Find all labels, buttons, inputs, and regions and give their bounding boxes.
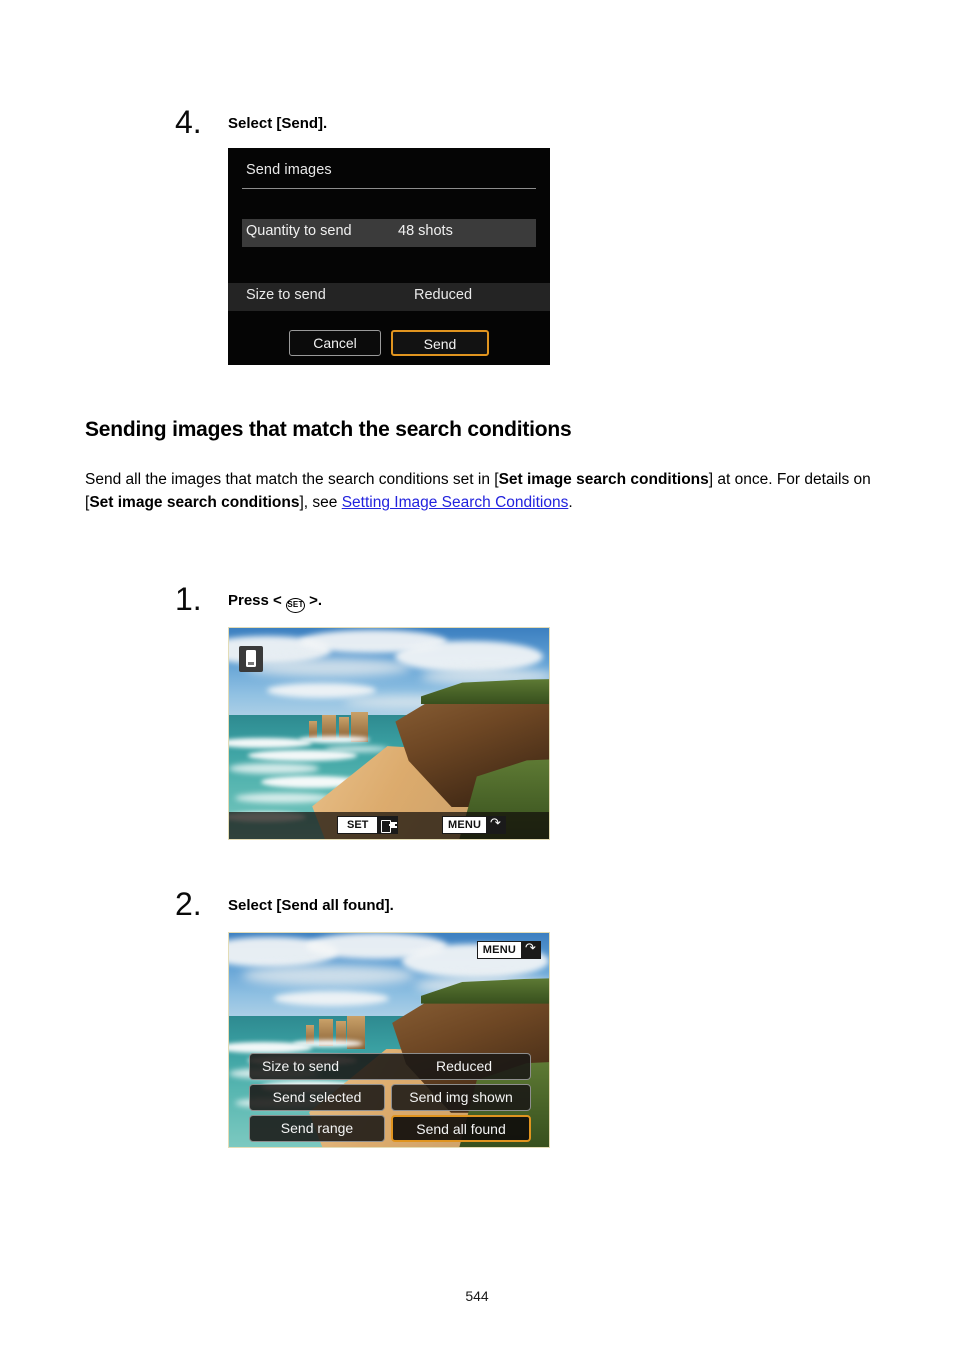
quantity-label: Quantity to send [246,223,352,239]
step-heading: 4. Select [Send]. [0,104,954,142]
paragraph-bold-2: Set image search conditions [89,494,300,511]
size-value: Reduced [436,1058,493,1074]
step-block-4: 4. Select [Send]. Send images Quantity t… [0,104,954,365]
step-instruction: Press < SET >. [228,591,322,613]
camera-screen-send-images: Send images Quantity to send 48 shots Si… [228,148,550,365]
return-arrow-icon [487,816,507,834]
document-page: 4. Select [Send]. Send images Quantity t… [0,0,954,1345]
send-button[interactable]: Send [391,330,489,356]
send-to-device-icon [378,816,399,834]
title-divider [242,188,536,189]
step-number: 2. [175,886,202,922]
row-size-to-send[interactable]: Size to send Reduced [249,1053,531,1080]
photo-twelve-apostles [229,628,549,839]
camera-screen-send-options: MENU Size to send Reduced Send selected … [228,932,550,1148]
step-number: 4. [175,104,202,140]
step-block-1: 1. Press < SET >. SET MENU ↶ [0,581,954,840]
set-badge-label: SET [337,816,379,834]
step-heading: 1. Press < SET >. [0,581,954,619]
screen-title: Send images [246,162,332,178]
row-size-to-send[interactable]: Size to send Reduced [228,283,550,311]
send-img-shown-button[interactable]: Send img shown [391,1084,531,1111]
size-label: Size to send [246,287,326,303]
quantity-value: 48 shots [398,223,453,239]
paragraph-text-3: ], see [299,494,342,511]
section-paragraph: Send all the images that match the searc… [85,468,875,514]
step-block-2: 2. Select [Send all found]. MENU ↶ Size … [0,886,954,1148]
step-heading: 2. Select [Send all found]. [0,886,954,924]
step-instruction: Select [Send]. [228,115,328,132]
press-suffix: >. [309,592,323,609]
size-value: Reduced [414,287,473,303]
paragraph-bold-1: Set image search conditions [498,471,709,488]
set-button-icon: SET [285,598,305,613]
dialog-button-row: Cancel Send [228,330,550,356]
section-heading: Sending images that match the search con… [85,418,572,441]
cancel-button[interactable]: Cancel [289,330,381,356]
step-number: 1. [175,581,202,617]
send-selected-button[interactable]: Send selected [249,1084,385,1111]
send-options-overlay: Size to send Reduced Send selected Send … [229,933,549,1147]
paragraph-text-4: . [568,494,573,511]
smartphone-icon [239,646,263,672]
set-badge[interactable]: SET [337,816,399,834]
paragraph-text-1: Send all the images that match the searc… [85,471,499,488]
send-all-found-button[interactable]: Send all found [391,1115,531,1142]
page-number: 544 [465,1288,489,1304]
row-quantity-to-send[interactable]: Quantity to send 48 shots [242,219,536,247]
link-setting-image-search-conditions[interactable]: Setting Image Search Conditions [342,494,569,511]
menu-badge-label: MENU [442,816,488,834]
press-label: Press < [228,592,282,609]
send-range-button[interactable]: Send range [249,1115,385,1142]
size-label: Size to send [262,1058,340,1074]
camera-screen-image-playback: SET MENU [228,627,550,840]
menu-badge[interactable]: MENU [442,816,507,834]
step-instruction: Select [Send all found]. [228,897,394,914]
